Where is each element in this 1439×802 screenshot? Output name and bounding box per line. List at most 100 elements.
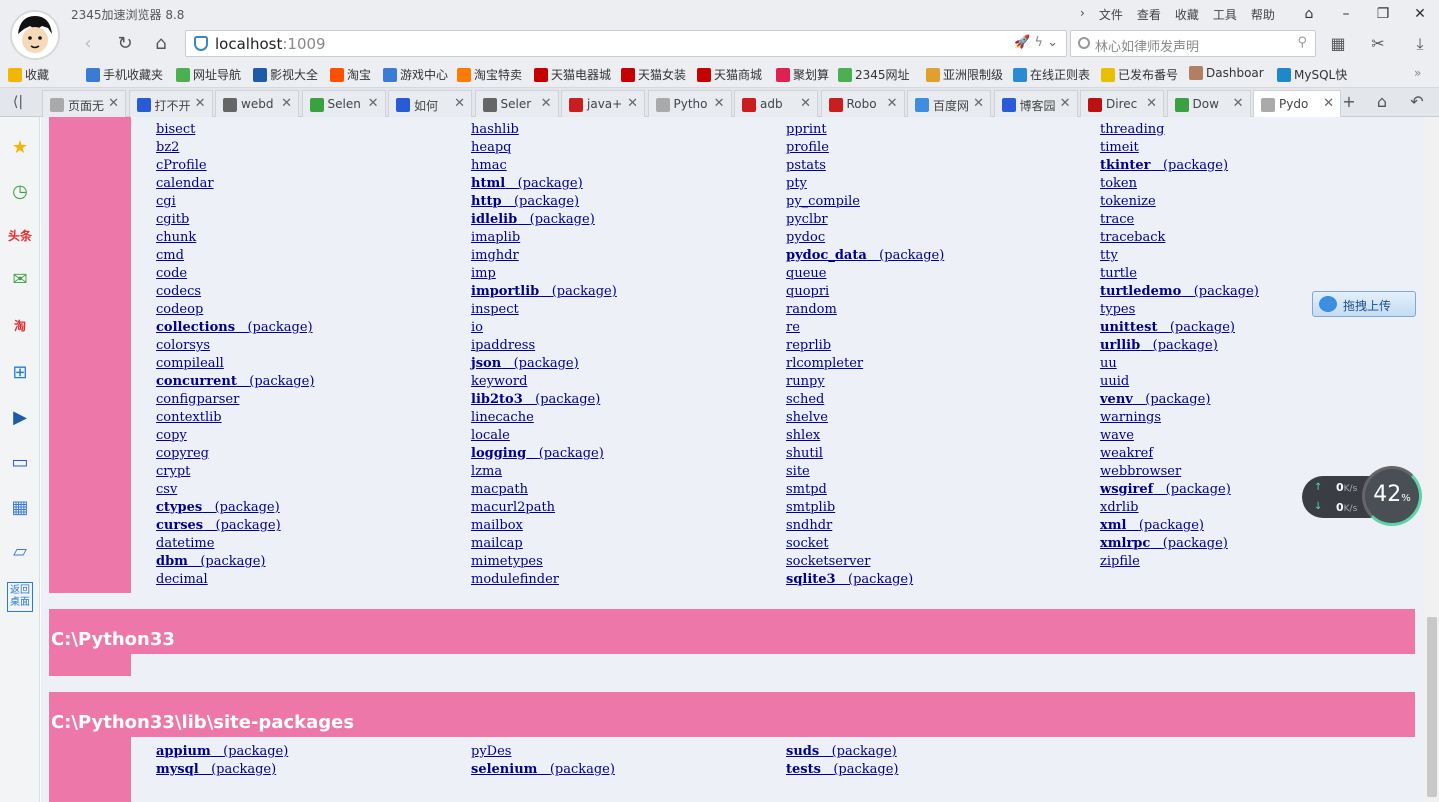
module-link[interactable]: idlelib (package) (471, 211, 617, 229)
tab[interactable]: java+ ✕ (561, 90, 645, 117)
module-link[interactable]: keyword (471, 373, 617, 391)
module-link[interactable]: shelve (786, 409, 944, 427)
module-link[interactable]: suds (package) (786, 743, 898, 761)
module-link[interactable]: bisect (156, 121, 314, 139)
module-link[interactable]: shutil (786, 445, 944, 463)
close-icon[interactable]: ✕ (887, 96, 898, 111)
lightning-icon[interactable]: ϟ (1034, 35, 1043, 50)
close-icon[interactable]: ✕ (108, 96, 119, 111)
module-link[interactable]: collections (package) (156, 319, 314, 337)
scissors-icon[interactable]: ✂ (1366, 32, 1390, 56)
module-link[interactable]: socket (786, 535, 944, 553)
notebook-icon[interactable]: ▱ (7, 539, 33, 565)
tab[interactable]: 打不开 ✕ (128, 90, 213, 117)
video-icon[interactable]: ▶ (7, 405, 33, 431)
module-link[interactable]: timeit (1100, 139, 1259, 157)
module-link[interactable]: webbrowser (1100, 463, 1259, 481)
module-link[interactable]: urllib (package) (1100, 337, 1259, 355)
module-link[interactable]: tests (package) (786, 761, 898, 779)
module-link[interactable]: inspect (471, 301, 617, 319)
module-link[interactable]: calendar (156, 175, 314, 193)
close-icon[interactable]: ✕ (454, 96, 465, 111)
module-link[interactable]: mailcap (471, 535, 617, 553)
module-link[interactable]: modulefinder (471, 571, 617, 589)
back-icon[interactable]: ‹ (76, 32, 100, 56)
module-link[interactable]: codeop (156, 301, 314, 319)
module-link[interactable]: mimetypes (471, 553, 617, 571)
wechat-icon[interactable]: ✉ (7, 267, 33, 293)
module-link[interactable]: csv (156, 481, 314, 499)
module-link[interactable]: smtplib (786, 499, 944, 517)
cpu-usage-gauge[interactable]: 42% (1362, 466, 1422, 526)
bookmark-item[interactable]: Dashboar (1189, 66, 1264, 80)
module-link[interactable]: trace (1100, 211, 1259, 229)
module-link[interactable]: mailbox (471, 517, 617, 535)
module-link[interactable]: hmac (471, 157, 617, 175)
bookmark-item[interactable]: MySQL快 (1277, 66, 1347, 83)
module-link[interactable]: linecache (471, 409, 617, 427)
bookmark-item[interactable]: 手机收藏夹 (86, 66, 163, 83)
module-link[interactable]: wave (1100, 427, 1259, 445)
module-link[interactable]: smtpd (786, 481, 944, 499)
tab[interactable]: 百度网 ✕ (907, 90, 991, 117)
star-icon[interactable]: ★ (7, 135, 33, 161)
module-link[interactable]: tokenize (1100, 193, 1259, 211)
module-link[interactable]: weakref (1100, 445, 1259, 463)
module-link[interactable]: ipaddress (471, 337, 617, 355)
module-link[interactable]: http (package) (471, 193, 617, 211)
close-icon[interactable]: ✕ (1323, 96, 1334, 111)
module-link[interactable]: heapq (471, 139, 617, 157)
menu-help[interactable]: 帮助 (1251, 6, 1275, 23)
module-link[interactable]: sndhdr (786, 517, 944, 535)
bookmark-item[interactable]: 已发布番号 (1101, 66, 1178, 83)
bookmark-item[interactable]: 影视大全 (253, 66, 318, 83)
bookmark-item[interactable]: 天猫女装 (621, 66, 686, 83)
chevron-down-icon[interactable]: ⌄ (1047, 35, 1058, 50)
bookmark-item[interactable]: 天猫商城 (697, 66, 762, 83)
module-link[interactable]: tkinter (package) (1100, 157, 1259, 175)
apps-icon[interactable]: ▦ (1326, 32, 1350, 56)
module-link[interactable]: warnings (1100, 409, 1259, 427)
module-link[interactable]: unittest (package) (1100, 319, 1259, 337)
module-link[interactable]: re (786, 319, 944, 337)
tab[interactable]: Robo ✕ (820, 90, 905, 117)
close-icon[interactable]: ✕ (541, 96, 552, 111)
tab[interactable]: adb ✕ (734, 90, 818, 117)
module-link[interactable]: crypt (156, 463, 314, 481)
close-icon[interactable]: ✕ (195, 96, 206, 111)
module-link[interactable]: quopri (786, 283, 944, 301)
bookmark-item[interactable]: 聚划算 (776, 66, 829, 83)
module-link[interactable]: xml (package) (1100, 517, 1259, 535)
module-link[interactable]: chunk (156, 229, 314, 247)
bookmark-item[interactable]: 收藏 (8, 66, 49, 83)
module-link[interactable]: reprlib (786, 337, 944, 355)
module-link[interactable]: colorsys (156, 337, 314, 355)
taobao-icon[interactable]: 淘 (7, 313, 33, 339)
module-link[interactable]: macurl2path (471, 499, 617, 517)
download-icon[interactable]: ⤓ (1408, 32, 1432, 56)
bookmark-item[interactable]: 淘宝 (330, 66, 371, 83)
module-link[interactable]: uuid (1100, 373, 1259, 391)
module-link[interactable]: threading (1100, 121, 1259, 139)
tab[interactable]: Selen ✕ (301, 90, 386, 117)
scrollbar-thumb[interactable] (1427, 617, 1437, 797)
module-link[interactable]: copyreg (156, 445, 314, 463)
module-link[interactable]: lzma (471, 463, 617, 481)
module-link[interactable]: tty (1100, 247, 1259, 265)
gamepad-icon[interactable]: ⊞ (7, 360, 33, 386)
calculator-icon[interactable]: ▦ (7, 495, 33, 521)
module-link[interactable]: imp (471, 265, 617, 283)
module-link[interactable]: rlcompleter (786, 355, 944, 373)
module-link[interactable]: cProfile (156, 157, 314, 175)
module-link[interactable]: decimal (156, 571, 314, 589)
bookmark-item[interactable]: 淘宝特卖 (457, 66, 522, 83)
module-link[interactable]: codecs (156, 283, 314, 301)
module-link[interactable]: lib2to3 (package) (471, 391, 617, 409)
module-link[interactable]: random (786, 301, 944, 319)
tab[interactable]: 如何 ✕ (388, 90, 472, 117)
module-link[interactable]: venv (package) (1100, 391, 1259, 409)
scrollbar[interactable] (1425, 117, 1439, 802)
tab[interactable]: 博客园 ✕ (993, 90, 1078, 117)
computer-icon[interactable]: ▭ (7, 450, 33, 476)
module-link[interactable]: types (1100, 301, 1259, 319)
